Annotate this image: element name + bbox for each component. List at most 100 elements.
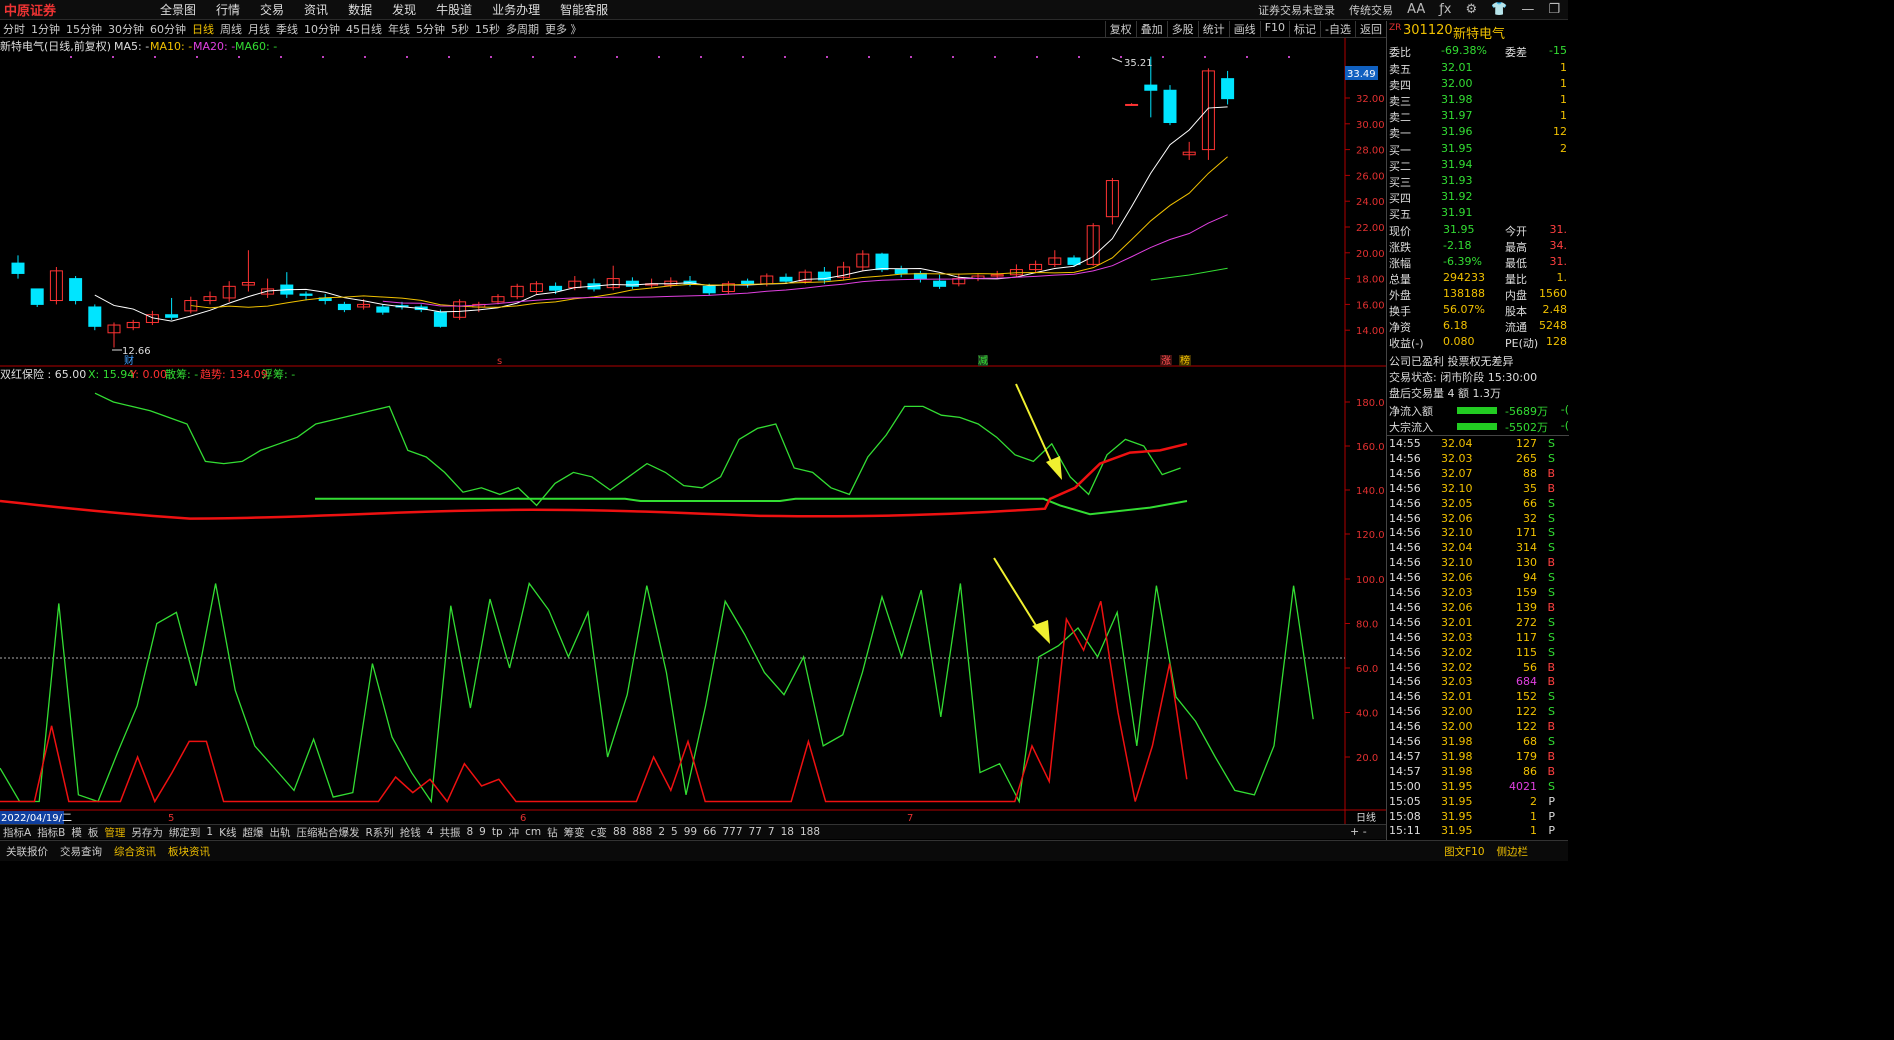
indicator-tab[interactable]: R系列 [362, 825, 396, 840]
menu-item-discover[interactable]: 发现 [382, 1, 426, 18]
status-sidebar[interactable]: 侧边栏 [1491, 844, 1569, 859]
indicator-tab[interactable]: 7 [765, 826, 778, 838]
indicator-tab[interactable]: 777 [719, 826, 745, 838]
period-mode-label[interactable]: 日线 [1356, 811, 1376, 824]
period-tab[interactable]: 5分钟 [413, 21, 448, 37]
bid-price: 31.93 [1441, 174, 1473, 187]
status-f10[interactable]: 图文F10 [1438, 844, 1490, 859]
indicator-tab[interactable]: 188 [797, 826, 823, 838]
status-link-news[interactable]: 综合资讯 [108, 844, 162, 859]
period-tab[interactable]: 分时 [0, 21, 28, 37]
period-tab-active[interactable]: 日线 [189, 21, 217, 37]
indicator-tab[interactable]: 钻 [544, 825, 561, 840]
minimize-icon[interactable]: — [1521, 2, 1534, 17]
marker-cai[interactable]: 财 [124, 354, 134, 367]
period-tab[interactable]: 周线 [217, 21, 245, 37]
period-tab[interactable]: 1分钟 [28, 21, 63, 37]
indicator-tab[interactable]: 板 [85, 825, 102, 840]
fx-icon[interactable]: ƒx [1439, 2, 1451, 17]
tick-volume: 272 [1516, 615, 1537, 629]
indicator-tab[interactable]: tp [489, 826, 506, 838]
status-link-sector[interactable]: 板块资讯 [162, 844, 216, 859]
indicator-tab[interactable]: 指标A [0, 825, 34, 840]
marker-bang[interactable]: 榜 [1180, 354, 1190, 367]
indicator-tab[interactable]: 5 [668, 826, 681, 838]
indicator-tab[interactable]: 8 [463, 826, 476, 838]
stock-chart[interactable]: 新特电气(日线,前复权) MA5: - MA10: - MA20: - MA60… [0, 38, 1386, 824]
indicator-tab[interactable]: 2 [655, 826, 668, 838]
period-tab[interactable]: 5秒 [448, 21, 472, 37]
indicator-tab[interactable]: 99 [681, 826, 700, 838]
indicator-tab[interactable]: 18 [778, 826, 797, 838]
period-tab[interactable]: 月线 [245, 21, 273, 37]
indicator-tab[interactable]: 模 [68, 825, 85, 840]
login-status[interactable]: 证券交易未登录 [1258, 2, 1335, 18]
tool-button[interactable]: 复权 [1104, 21, 1136, 37]
period-tab[interactable]: 更多 》 [542, 21, 585, 37]
indicator-tab[interactable]: 管理 [101, 825, 128, 840]
tool-button[interactable]: 统计 [1197, 21, 1229, 37]
indicator-tab[interactable]: 超爆 [239, 825, 266, 840]
menu-item-news[interactable]: 资讯 [294, 1, 338, 18]
indicator-tab[interactable]: K线 [216, 825, 239, 840]
indicator-tab[interactable]: 77 [746, 826, 765, 838]
restore-icon[interactable]: ❐ [1548, 2, 1560, 17]
period-tab[interactable]: 60分钟 [147, 21, 189, 37]
indicator-tab[interactable]: 冲 [506, 825, 523, 840]
trade-mode-button[interactable]: 传统交易 [1349, 2, 1393, 18]
status-link-quote[interactable]: 关联报价 [0, 844, 54, 859]
indicator-tab[interactable]: 指标B [34, 825, 68, 840]
period-tab[interactable]: 15分钟 [63, 21, 105, 37]
indicator-tab[interactable]: c变 [588, 825, 610, 840]
indicator-tab[interactable]: cm [522, 826, 544, 838]
period-tab[interactable]: 季线 [273, 21, 301, 37]
period-tab[interactable]: 45日线 [343, 21, 385, 37]
indicator-tab[interactable]: 66 [700, 826, 719, 838]
tick-price: 32.06 [1441, 600, 1473, 614]
marker-jian[interactable]: 减 [978, 355, 988, 367]
gear-icon[interactable]: ⚙ [1466, 2, 1478, 17]
indicator-tab[interactable]: 88 [610, 826, 629, 838]
indicator-tab[interactable]: 9 [476, 826, 489, 838]
period-tab[interactable]: 10分钟 [301, 21, 343, 37]
menu-item-niugudao[interactable]: 牛股道 [426, 1, 482, 18]
tick-volume: 684 [1516, 675, 1537, 689]
tool-button[interactable]: 返回 [1355, 21, 1386, 37]
indicator-tab[interactable]: 888 [629, 826, 655, 838]
indicator-tab[interactable]: 抢钱 [397, 825, 424, 840]
period-tab[interactable]: 年线 [385, 21, 413, 37]
tool-button[interactable]: 叠加 [1135, 21, 1167, 37]
period-tab[interactable]: 多周期 [503, 21, 542, 37]
tool-button[interactable]: F10 [1259, 21, 1289, 37]
marker-s[interactable]: s [497, 356, 502, 367]
tool-button[interactable]: 标记 [1289, 21, 1320, 37]
menu-item-trade[interactable]: 交易 [250, 1, 294, 18]
tick-row: 14:55 32.04 127 S [1387, 437, 1569, 452]
indicator-tab[interactable]: 共振 [436, 825, 463, 840]
indicator-tab[interactable]: 另存为 [128, 825, 166, 840]
font-size-button[interactable]: AA [1407, 2, 1425, 17]
period-tab[interactable]: 30分钟 [105, 21, 147, 37]
zoom-buttons[interactable]: + - [1350, 825, 1367, 838]
ask-volume: 1 [1560, 93, 1567, 106]
quote-label: 外盘 [1389, 289, 1411, 302]
indicator-tab[interactable]: 4 [424, 826, 437, 838]
tool-button[interactable]: 多股 [1166, 21, 1198, 37]
status-link-trade[interactable]: 交易查询 [54, 844, 108, 859]
menu-item-service[interactable]: 智能客服 [550, 1, 618, 18]
indicator-tab[interactable]: 1 [203, 826, 216, 838]
menu-item-overview[interactable]: 全景图 [150, 1, 206, 18]
tool-button[interactable]: -自选 [1320, 21, 1355, 37]
tool-button[interactable]: 画线 [1228, 21, 1260, 37]
indicator-tab[interactable]: 筹变 [561, 825, 588, 840]
shirt-icon[interactable]: 👕 [1491, 2, 1507, 17]
menu-item-quotes[interactable]: 行情 [206, 1, 250, 18]
marker-zhang[interactable]: 涨 [1161, 355, 1171, 367]
indicator-tab[interactable]: 出轨 [266, 825, 293, 840]
indicator-tab[interactable]: 绑定到 [166, 825, 204, 840]
menu-item-data[interactable]: 数据 [338, 1, 382, 18]
indicator-tab[interactable]: 压缩粘合爆发 [293, 825, 362, 840]
menu-item-business[interactable]: 业务办理 [482, 1, 550, 18]
flow-bar [1457, 407, 1497, 414]
period-tab[interactable]: 15秒 [472, 21, 503, 37]
